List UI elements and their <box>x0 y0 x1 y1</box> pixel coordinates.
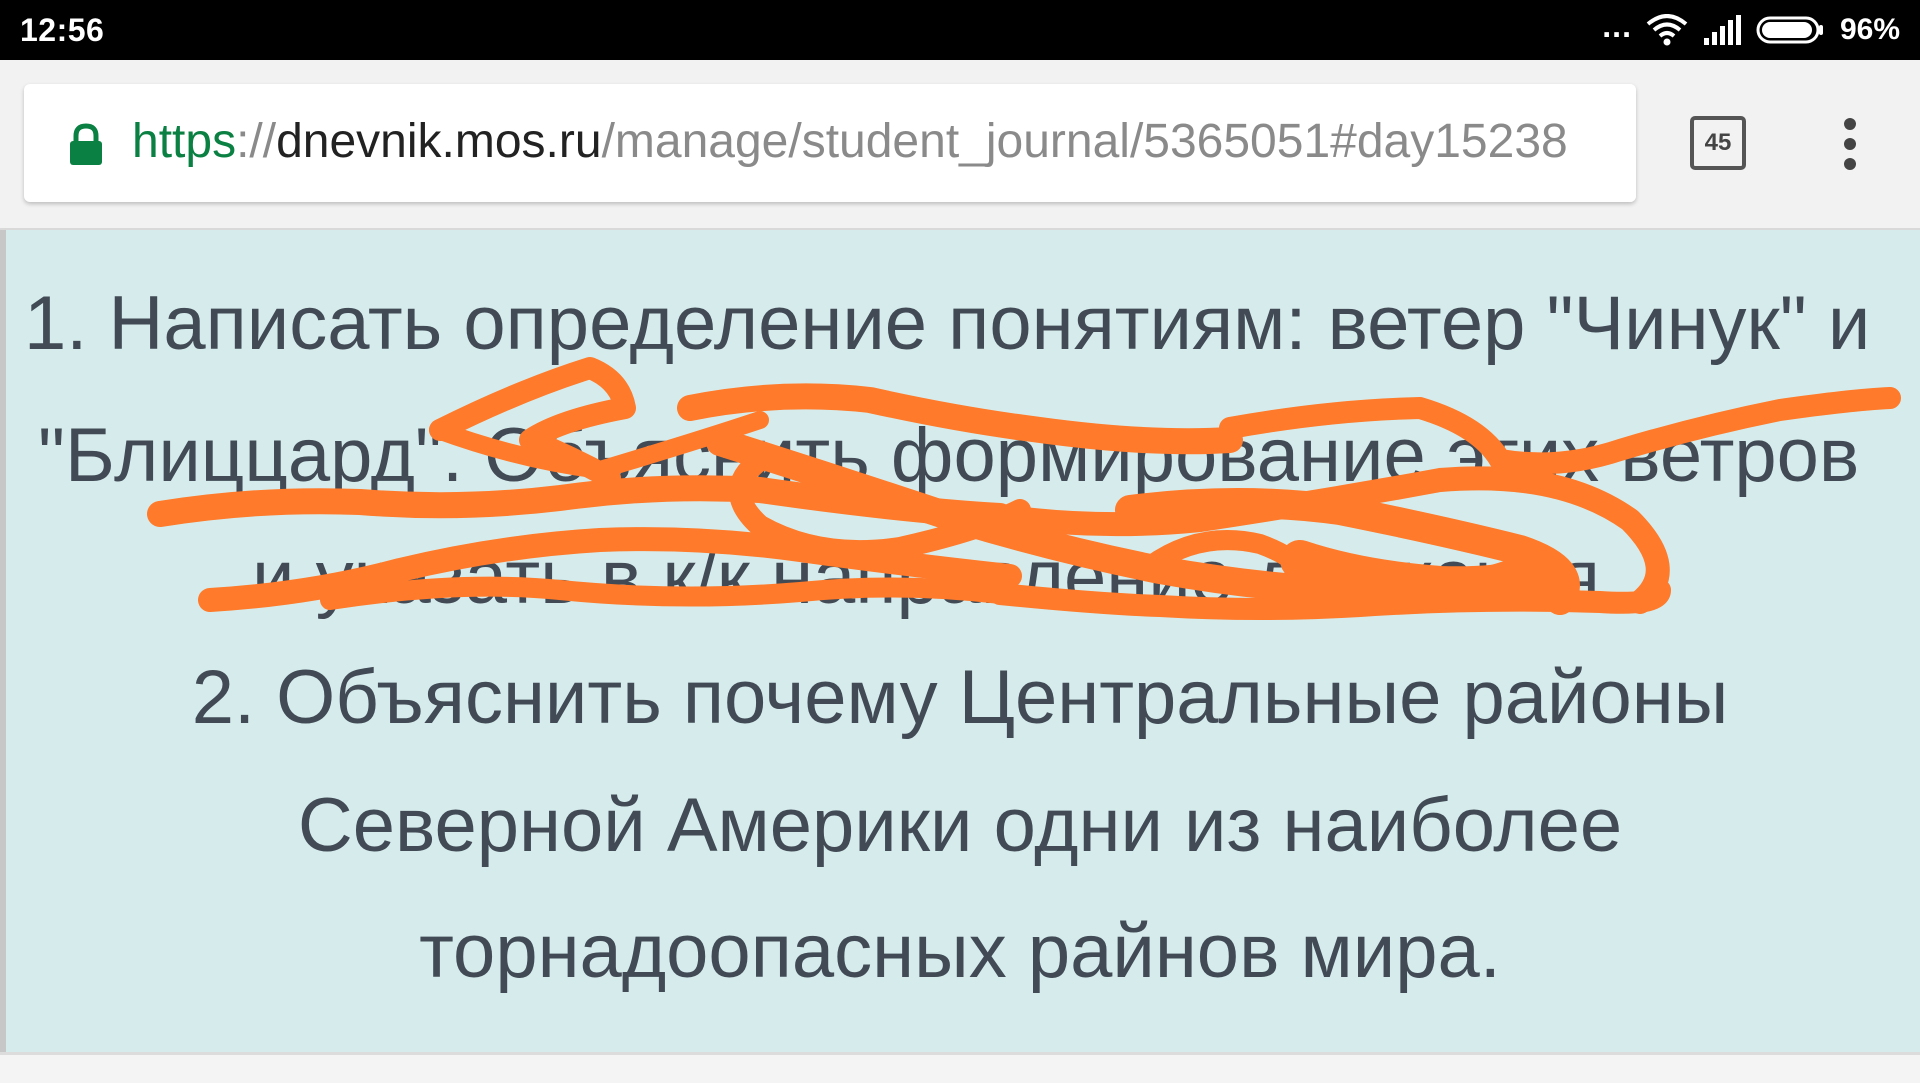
battery-percent: 96% <box>1839 13 1900 46</box>
url-fade <box>1596 84 1636 202</box>
url-separator: :// <box>236 115 277 168</box>
browser-toolbar: https://dnevnik.mos.ru/manage/student_jo… <box>0 60 1920 230</box>
homework-line-1: 1. Написать определение понятиям: ветер … <box>24 281 1871 366</box>
url-text[interactable]: https://dnevnik.mos.ru/manage/student_jo… <box>132 106 1568 178</box>
homework-line-4: 2. Объяснить почему Центральные районы <box>191 655 1729 740</box>
homework-line-6: торнадоопасных райнов мира. <box>419 909 1501 994</box>
status-icons: ... 96% <box>1602 7 1900 50</box>
signal-icon <box>1703 15 1741 45</box>
tab-switcher-button[interactable]: 45 <box>1690 116 1746 170</box>
status-time: 12:56 <box>20 12 105 48</box>
bottom-strip <box>0 1052 1920 1083</box>
homework-line-3: и указать в к/к направление движения. <box>252 535 1622 620</box>
wifi-icon <box>1646 14 1688 46</box>
battery-icon <box>1756 16 1823 44</box>
more-vertical-icon[interactable] <box>1830 114 1870 174</box>
homework-line-5: Северной Америки одни из наиболее <box>297 783 1623 868</box>
homework-content: 1. Написать определение понятиям: ветер … <box>0 230 1920 1052</box>
content-left-border <box>0 230 6 1052</box>
tab-count: 45 <box>1704 129 1732 156</box>
url-path: /manage/student_journal/5365051#day15238 <box>601 115 1568 168</box>
address-bar[interactable]: https://dnevnik.mos.ru/manage/student_jo… <box>24 84 1636 202</box>
lock-icon <box>70 123 102 165</box>
homework-line-2: "Блиццард". Объяснить формирование этих … <box>38 413 1860 498</box>
url-host: dnevnik.mos.ru <box>276 115 602 168</box>
url-scheme: https <box>132 115 237 168</box>
notification-dots: ... <box>1602 7 1632 44</box>
status-bar: 12:56 ... 96% <box>0 0 1920 60</box>
